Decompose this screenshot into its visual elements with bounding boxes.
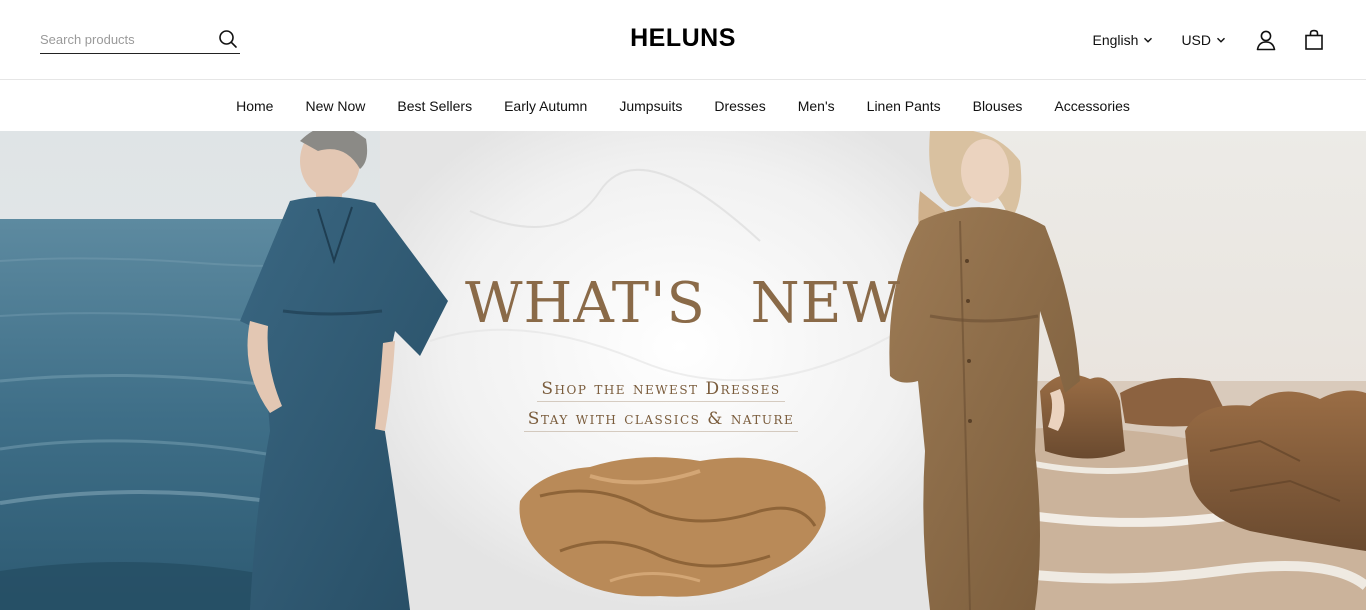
nav-item-linen-pants[interactable]: Linen Pants bbox=[867, 98, 941, 114]
hero-subtitle-1-text: Shop the newest Dresses bbox=[537, 379, 785, 402]
language-selector[interactable]: English bbox=[1093, 32, 1154, 48]
language-label: English bbox=[1092, 32, 1139, 48]
nav-item-accessories[interactable]: Accessories bbox=[1054, 98, 1129, 114]
nav-item-jumpsuits[interactable]: Jumpsuits bbox=[619, 98, 682, 114]
nav-item-best-sellers[interactable]: Best Sellers bbox=[397, 98, 472, 114]
currency-label: USD bbox=[1181, 32, 1211, 48]
chevron-down-icon bbox=[1144, 37, 1153, 43]
nav-item-new-now[interactable]: New Now bbox=[305, 98, 365, 114]
nav-item-dresses[interactable]: Dresses bbox=[714, 98, 765, 114]
brand-logo[interactable]: HELUNS bbox=[630, 24, 736, 53]
currency-selector[interactable]: USD bbox=[1181, 32, 1226, 48]
hero-subtitle-1: Shop the newest Dresses bbox=[0, 379, 1322, 402]
nav-item-mens[interactable]: Men's bbox=[798, 98, 835, 114]
chevron-down-icon bbox=[1216, 37, 1226, 43]
header-tools: English USD bbox=[1093, 28, 1326, 52]
hero-background bbox=[0, 131, 1366, 610]
main-nav: Home New Now Best Sellers Early Autumn J… bbox=[0, 80, 1366, 131]
nav-item-blouses[interactable]: Blouses bbox=[973, 98, 1023, 114]
shopping-bag-icon[interactable] bbox=[1302, 28, 1326, 52]
nav-item-home[interactable]: Home bbox=[236, 98, 273, 114]
hero-title: WHAT'S NEW bbox=[464, 271, 902, 336]
site-header: HELUNS English USD bbox=[0, 0, 1366, 80]
user-icon[interactable] bbox=[1254, 28, 1278, 52]
hero-banner[interactable]: WHAT'S NEW Shop the newest Dresses Stay … bbox=[0, 131, 1366, 610]
hero-subtitle-2-text: Stay with classics & nature bbox=[523, 409, 799, 432]
nav-item-early-autumn[interactable]: Early Autumn bbox=[504, 98, 587, 114]
hero-subtitle-2: Stay with classics & nature bbox=[0, 409, 1322, 432]
